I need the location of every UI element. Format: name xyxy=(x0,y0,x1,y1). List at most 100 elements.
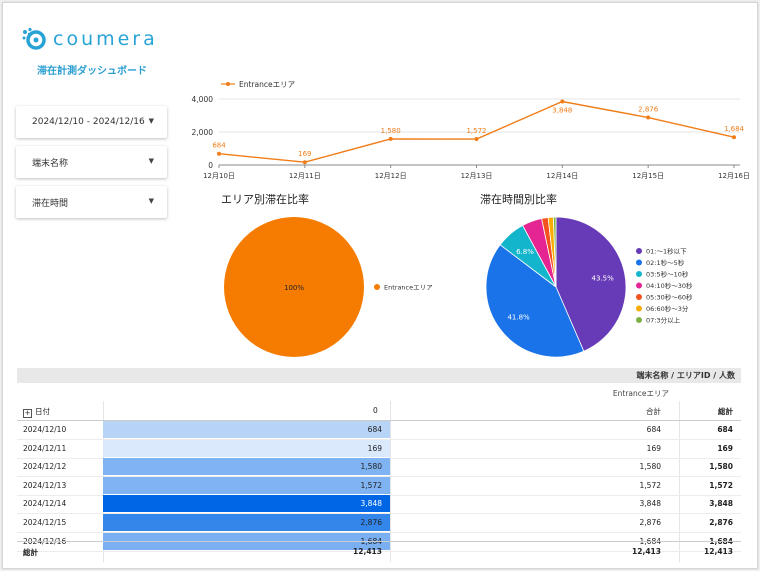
cell-value: 3,848 xyxy=(360,499,382,509)
cell-value: 1,580 xyxy=(360,462,382,472)
pie-slice xyxy=(485,244,585,358)
row-total: 169 xyxy=(646,443,661,453)
stay-time-filter[interactable]: 滞在時間 ▼ xyxy=(16,186,167,218)
legend-label: Entranceエリア xyxy=(239,80,295,89)
row-date: 2024/12/15 xyxy=(23,518,67,527)
row-total: 1,572 xyxy=(639,480,661,490)
y-tick-label: 4,000 xyxy=(192,95,214,104)
row-total: 2,876 xyxy=(639,518,661,527)
legend-marker-icon xyxy=(636,294,642,300)
x-tick-label: 12月15日 xyxy=(632,172,664,180)
zero-column-header: 0 xyxy=(373,406,378,415)
row-grand-total: 3,848 xyxy=(709,499,733,509)
heat-cell: 2,876 xyxy=(103,514,390,531)
x-tick-label: 12月14日 xyxy=(546,172,578,180)
row-total: 3,848 xyxy=(639,499,661,509)
row-date: 2024/12/12 xyxy=(23,462,67,472)
row-grand-total: 169 xyxy=(717,443,733,453)
row-grand-total: 1,580 xyxy=(709,462,733,472)
table-header-bar: 端末名称 / エリアID / 人数 xyxy=(17,368,741,383)
pie-slice-label: 100% xyxy=(284,284,304,292)
table-footer-row: 総計 12,413 12,413 12,413 xyxy=(17,541,741,561)
stay-time-label: 滞在時間 xyxy=(32,198,69,209)
pie-slice xyxy=(555,216,627,352)
data-label: 1,684 xyxy=(724,125,745,133)
dropdown-caret-icon: ▼ xyxy=(148,197,154,205)
row-grand-total: 684 xyxy=(717,425,733,434)
row-date: 2024/12/11 xyxy=(23,443,67,453)
legend-marker-icon xyxy=(374,284,380,290)
x-tick-label: 12月10日 xyxy=(203,172,235,180)
pie-slice-label: 41.8% xyxy=(507,313,530,321)
total-column-header: 合計 xyxy=(646,407,661,416)
y-tick-label: 0 xyxy=(208,161,213,170)
x-tick-label: 12月13日 xyxy=(461,172,493,180)
row-date: 2024/12/13 xyxy=(23,480,67,490)
data-point xyxy=(302,160,307,165)
data-label: 1,572 xyxy=(466,127,486,135)
pie-slice xyxy=(522,218,557,288)
data-label: 2,876 xyxy=(638,106,659,114)
legend-marker-icon xyxy=(636,271,642,277)
area-column-header: Entranceエリア xyxy=(612,389,669,398)
footer-grand-total: 12,413 xyxy=(704,547,733,556)
data-label: 169 xyxy=(298,150,311,158)
heat-cell: 1,572 xyxy=(103,476,390,494)
data-point xyxy=(217,151,221,156)
y-tick-label: 2,000 xyxy=(192,128,214,137)
cell-value: 1,572 xyxy=(360,480,382,490)
footer-total: 12,413 xyxy=(632,547,661,556)
pie-legend-label: Entranceエリア xyxy=(384,284,433,292)
pie-slice-label: 43.5% xyxy=(591,274,614,282)
x-tick-label: 12月16日 xyxy=(718,172,750,180)
pie-slice-label: 6.8% xyxy=(516,248,534,256)
pie-legend-label: 04:10秒～30秒 xyxy=(646,281,693,290)
table-row: 2024/12/14 3,848 3,848 3,848 xyxy=(17,494,741,515)
data-point xyxy=(732,135,736,140)
pie-legend-label: 02:1秒～5秒 xyxy=(646,258,685,267)
heat-cell: 684 xyxy=(103,421,390,438)
pivot-table: 端末名称 / エリアID / 人数 Entranceエリア + 日付 0 合計 総… xyxy=(17,368,741,562)
row-grand-total: 1,572 xyxy=(709,480,733,490)
pie-slice xyxy=(541,217,557,288)
data-label: 684 xyxy=(212,142,226,150)
x-tick-label: 12月12日 xyxy=(375,172,407,180)
pie-legend-label: 07:3分以上 xyxy=(646,316,681,325)
data-point xyxy=(646,115,651,120)
heat-cell: 3,848 xyxy=(103,495,390,513)
cell-value: 169 xyxy=(367,443,382,453)
table-row: 2024/12/12 1,580 1,580 1,580 xyxy=(17,457,741,478)
legend-marker-icon xyxy=(226,82,230,86)
table-row: 2024/12/15 2,876 2,876 2,876 xyxy=(17,513,741,533)
table-row: 2024/12/11 169 169 169 xyxy=(17,439,741,459)
data-point xyxy=(388,136,393,141)
dashboard-page: coumera 滞在計測ダッシュボード 2024/12/10 - 2024/12… xyxy=(2,2,758,569)
time-pie-title: 滞在時間別比率 xyxy=(480,193,557,206)
pie-slice xyxy=(224,217,364,357)
pie-slice xyxy=(552,216,557,288)
row-total: 684 xyxy=(646,425,661,434)
expand-plus-icon[interactable]: + xyxy=(23,409,32,418)
table-column-header-row: + 日付 0 合計 総計 xyxy=(17,401,741,421)
row-grand-total: 2,876 xyxy=(709,518,733,527)
legend-marker-icon xyxy=(636,259,642,266)
table-row: 2024/12/13 1,572 1,572 1,572 xyxy=(17,476,741,496)
row-date: 2024/12/10 xyxy=(23,425,67,434)
data-point xyxy=(560,99,565,104)
pie-legend-label: 03:5秒～10秒 xyxy=(646,270,689,279)
line-chart: Entranceエリア 0 2,000 4,000 12月10日 12月11日 12月12日… xyxy=(192,80,750,180)
row-date: 2024/12/14 xyxy=(23,499,67,509)
date-column-header[interactable]: + 日付 xyxy=(23,406,50,418)
footer-label: 総計 xyxy=(23,548,38,557)
x-tick-label: 12月11日 xyxy=(289,172,321,180)
table-header-right: 端末名称 / エリアID / 人数 xyxy=(636,371,735,380)
pie-legend-label: 06:60秒～3分 xyxy=(646,304,689,313)
area-pie-title: エリア別滞在比率 xyxy=(221,193,309,206)
pie-legend-label: 01:～1秒以下 xyxy=(646,247,687,256)
table-row: 2024/12/10 684 684 684 xyxy=(17,420,741,440)
cell-value: 2,876 xyxy=(360,518,382,527)
cell-value: 684 xyxy=(367,425,382,434)
pie-legend-label: 05:30秒～60秒 xyxy=(646,293,693,302)
legend-marker-icon xyxy=(636,317,642,323)
data-point xyxy=(474,137,479,142)
